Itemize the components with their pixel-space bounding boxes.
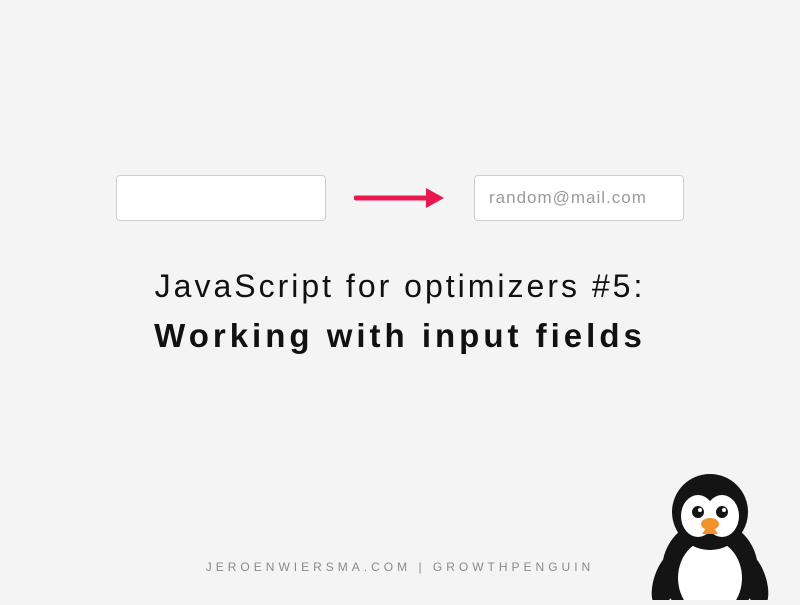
title-main: Working with input fields — [0, 317, 800, 355]
title-block: JavaScript for optimizers #5: Working wi… — [0, 268, 800, 355]
inputs-row: random@mail.com — [0, 175, 800, 221]
input-filled-placeholder: random@mail.com — [489, 188, 647, 208]
input-filled[interactable]: random@mail.com — [474, 175, 684, 221]
title-series: JavaScript for optimizers #5: — [0, 268, 800, 305]
arrow-right-icon — [354, 186, 446, 210]
penguin-icon — [650, 460, 770, 600]
input-empty[interactable] — [116, 175, 326, 221]
